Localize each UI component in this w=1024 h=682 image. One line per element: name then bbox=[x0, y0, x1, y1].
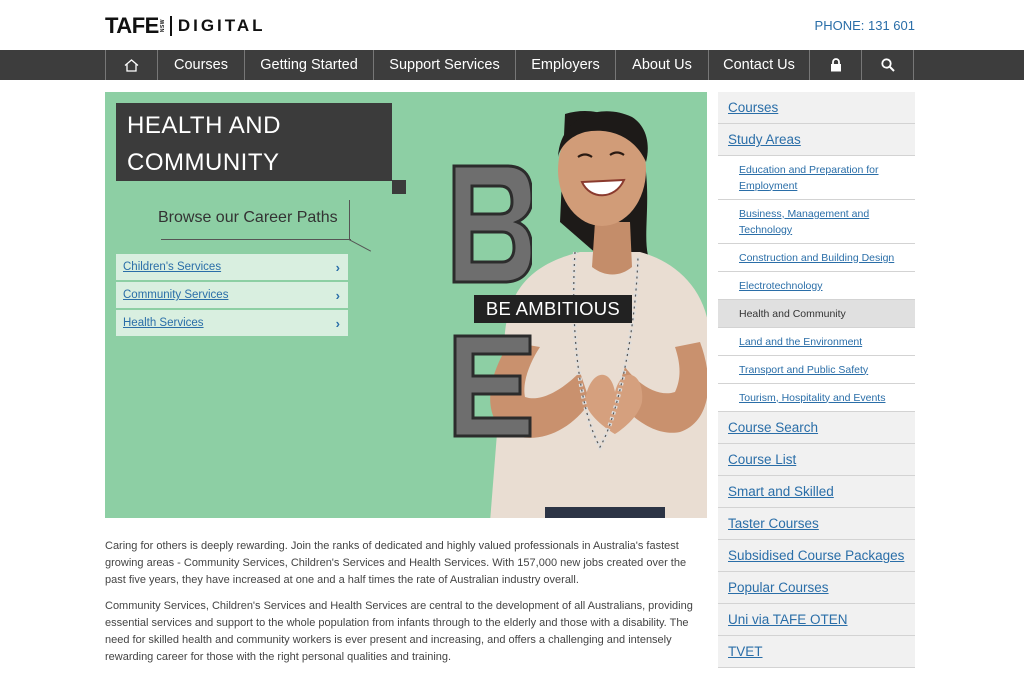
career-path-label: Community Services bbox=[123, 289, 229, 301]
nav-getting-started[interactable]: Getting Started bbox=[245, 50, 374, 80]
sidebar-subitem-construction[interactable]: Construction and Building Design bbox=[718, 244, 915, 272]
hero-banner: HEALTH AND COMMUNITY Browse our Career P… bbox=[105, 92, 707, 518]
career-path-community-services[interactable]: Community Services › bbox=[116, 282, 348, 308]
nav-login[interactable] bbox=[810, 50, 862, 80]
browse-career-paths-heading: Browse our Career Paths bbox=[158, 209, 338, 226]
career-path-list: Children's Services › Community Services… bbox=[116, 254, 348, 338]
nav-support-services[interactable]: Support Services bbox=[374, 50, 516, 80]
chevron-right-icon: › bbox=[335, 287, 340, 303]
intro-paragraph-1: Caring for others is deeply rewarding. J… bbox=[105, 540, 687, 586]
title-notch-decoration bbox=[392, 180, 406, 194]
decor-line bbox=[349, 200, 350, 240]
hero-title-box: HEALTH AND COMMUNITY bbox=[116, 103, 392, 181]
logo-divider bbox=[169, 16, 172, 36]
sidebar-item-course-search[interactable]: Course Search bbox=[718, 412, 915, 444]
nav-home[interactable] bbox=[106, 50, 158, 80]
site-header: TAFE NSW DIGITAL PHONE: 131 601 bbox=[0, 0, 1024, 50]
logo-nsw-text: NSW bbox=[159, 19, 166, 33]
sidebar-item-study-areas[interactable]: Study Areas bbox=[718, 124, 915, 156]
sidebar-subitem-land-environment[interactable]: Land and the Environment bbox=[718, 328, 915, 356]
sidebar-item-courses[interactable]: Courses bbox=[718, 92, 915, 124]
sidebar-item-popular-courses[interactable]: Popular Courses bbox=[718, 572, 915, 604]
sidebar-item-subsidised-packages[interactable]: Subsidised Course Packages bbox=[718, 540, 915, 572]
sidebar-nav: Courses Study Areas Education and Prepar… bbox=[718, 92, 915, 668]
sidebar-subitem-electrotechnology[interactable]: Electrotechnology bbox=[718, 272, 915, 300]
phone-number[interactable]: PHONE: 131 601 bbox=[815, 18, 915, 33]
sidebar-subitem-health-community-active[interactable]: Health and Community bbox=[718, 300, 915, 328]
logo-digital-text: DIGITAL bbox=[177, 16, 266, 35]
tafe-digital-logo[interactable]: TAFE NSW DIGITAL bbox=[105, 14, 266, 38]
sidebar-item-course-list[interactable]: Course List bbox=[718, 444, 915, 476]
chevron-right-icon: › bbox=[335, 259, 340, 275]
decor-line bbox=[348, 239, 372, 252]
search-icon bbox=[880, 58, 895, 72]
career-path-label: Children's Services bbox=[123, 261, 222, 273]
main-nav: Courses Getting Started Support Services… bbox=[0, 50, 1024, 80]
nav-employers[interactable]: Employers bbox=[516, 50, 616, 80]
sidebar-subitem-tourism[interactable]: Tourism, Hospitality and Events bbox=[718, 384, 915, 412]
career-path-childrens-services[interactable]: Children's Services › bbox=[116, 254, 348, 280]
be-ambitious-badge: BE AMBITIOUS bbox=[474, 295, 632, 323]
main-nav-items: Courses Getting Started Support Services… bbox=[105, 50, 914, 80]
nav-about-us[interactable]: About Us bbox=[616, 50, 709, 80]
home-icon bbox=[124, 58, 139, 72]
sidebar-item-tvet[interactable]: TVET bbox=[718, 636, 915, 668]
nav-search[interactable] bbox=[862, 50, 914, 80]
nav-contact-us[interactable]: Contact Us bbox=[709, 50, 810, 80]
sidebar-item-uni-via-tafe-oten[interactable]: Uni via TAFE OTEN bbox=[718, 604, 915, 636]
intro-paragraph-2: Community Services, Children's Services … bbox=[105, 600, 693, 663]
hero-title-line1: HEALTH AND bbox=[127, 112, 281, 139]
decor-line bbox=[161, 239, 351, 240]
sidebar-item-taster-courses[interactable]: Taster Courses bbox=[718, 508, 915, 540]
nav-courses[interactable]: Courses bbox=[158, 50, 245, 80]
sidebar-item-smart-skilled[interactable]: Smart and Skilled bbox=[718, 476, 915, 508]
chevron-right-icon: › bbox=[335, 315, 340, 331]
sidebar-subitem-business[interactable]: Business, Management and Technology bbox=[718, 200, 915, 244]
sidebar-subitem-transport[interactable]: Transport and Public Safety bbox=[718, 356, 915, 384]
sidebar-subitem-education[interactable]: Education and Preparation for Employment bbox=[718, 156, 915, 200]
career-path-health-services[interactable]: Health Services › bbox=[116, 310, 348, 336]
career-path-label: Health Services bbox=[123, 317, 204, 329]
logo-tafe-text: TAFE bbox=[105, 13, 159, 38]
intro-text: Caring for others is deeply rewarding. J… bbox=[105, 538, 705, 675]
lock-icon bbox=[830, 58, 842, 72]
hero-title-line2: COMMUNITY bbox=[127, 149, 280, 176]
